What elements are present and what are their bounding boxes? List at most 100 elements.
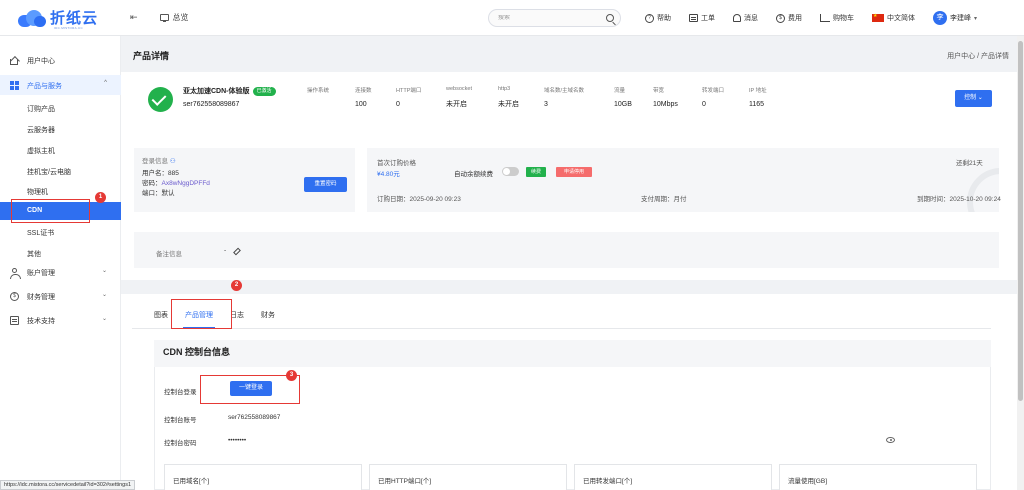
language-switch[interactable]: 中文简体	[872, 13, 915, 23]
ticket-icon	[689, 14, 698, 22]
fees-link[interactable]: $ 费用	[776, 13, 802, 23]
stat-used-domains: 已用域名[个]	[164, 464, 362, 490]
cdn-panel-header	[154, 340, 991, 367]
eye-icon[interactable]	[886, 437, 895, 443]
spec-websocket: websocket 未开启	[446, 86, 472, 109]
sidebar-sub-ssl[interactable]: SSL证书	[0, 223, 121, 241]
stat-label: 已用HTTP端口[个]	[378, 478, 432, 485]
spec-traffic: 流量 10GB	[614, 86, 632, 108]
chevron-down-icon: ⌄	[101, 316, 107, 322]
page-title: 产品详情	[133, 51, 170, 61]
breadcrumb[interactable]: 用户中心 / 产品详情	[947, 51, 1009, 61]
help-label: 帮助	[657, 15, 671, 22]
renew-button[interactable]: 续费	[526, 167, 546, 177]
spec-key: 带宽	[653, 88, 665, 94]
money-icon: $	[10, 292, 19, 301]
menu-toggle-icon[interactable]: ⇤	[130, 12, 138, 23]
sidebar-item-label: 账户管理	[27, 270, 55, 277]
sidebar-sub-label: 云服务器	[27, 127, 55, 134]
one-click-login-button[interactable]: 一键登录	[230, 381, 272, 396]
login-info-title-text: 登录信息	[142, 158, 168, 165]
tab-finance[interactable]: 财务	[259, 308, 277, 328]
sidebar-sub-order[interactable]: 订购产品	[0, 99, 121, 117]
cdn-panel-title: CDN 控制台信息	[163, 347, 230, 357]
auto-renew-toggle[interactable]	[502, 167, 519, 176]
sidebar-sub-label: 物理机	[27, 189, 48, 196]
spec-ip: IP 地址 1165	[749, 86, 767, 108]
stat-used-forward-ports: 已用转发端口[个]	[574, 464, 772, 490]
sidebar-item-products[interactable]: 产品与服务 ^	[0, 75, 121, 95]
spec-key: http3	[498, 86, 511, 92]
console-password-label: 控制台密码	[164, 440, 197, 447]
spec-value: 未开启	[498, 101, 519, 108]
spec-os: 操作系统	[307, 86, 329, 101]
search-input[interactable]	[498, 15, 598, 21]
sidebar-item-label: 财务管理	[27, 294, 55, 301]
stat-label: 流量使用[GB]	[788, 478, 828, 485]
brand-logo[interactable]: 折纸云 IDC.MISTORA.CC	[18, 7, 110, 30]
sidebar-sub-virtual-host[interactable]: 虚拟主机	[0, 141, 121, 159]
sidebar-sub-label: 虚拟主机	[27, 148, 55, 155]
brand-name: 折纸云	[50, 10, 99, 27]
monitor-icon	[159, 14, 169, 22]
spec-value: 0	[396, 101, 400, 108]
page-header: 产品详情 用户中心 / 产品详情	[121, 36, 1024, 72]
spec-value: 未开启	[446, 101, 467, 108]
sidebar-item-label: 技术支持	[27, 318, 55, 325]
spec-key: 连接数	[355, 88, 372, 94]
chevron-up-icon: ^	[104, 80, 107, 86]
overview-link[interactable]: 总览	[159, 12, 189, 23]
message-link[interactable]: 消息	[733, 13, 758, 23]
annotation-badge-2: 2	[231, 280, 242, 291]
spec-key: 操作系统	[307, 88, 330, 94]
spec-key: HTTP端口	[396, 88, 422, 94]
document-icon	[10, 316, 19, 325]
china-flag-icon	[872, 13, 884, 22]
password-value[interactable]: Ax8wNggDPFFd	[162, 180, 210, 187]
sidebar-item-support[interactable]: 技术支持 ⌄	[0, 310, 121, 330]
ticket-link[interactable]: 工单	[689, 13, 715, 23]
search-box	[488, 9, 621, 27]
tab-log[interactable]: 日志	[228, 308, 246, 328]
user-menu[interactable]: 李 李建峰 ▾	[933, 11, 977, 25]
console-account-value: ser762558089867	[228, 414, 281, 421]
spec-domains: 域名数/主域名数 3	[544, 86, 584, 108]
control-button[interactable]: 控制 ⌄	[955, 90, 992, 107]
stop-service-button[interactable]: 申请停用	[556, 167, 592, 177]
sidebar-item-account[interactable]: 账户管理 ⌄	[0, 262, 121, 282]
login-info-title: 登录信息 ⚇	[142, 155, 176, 165]
cart-icon	[820, 14, 830, 22]
reset-password-button[interactable]: 重置密码	[304, 177, 347, 192]
search-icon[interactable]	[606, 14, 614, 22]
sidebar-sub-cloud-pc[interactable]: 挂机宝/云电脑	[0, 162, 121, 180]
help-icon: ?	[645, 13, 654, 23]
annotation-badge-1: 1	[95, 192, 106, 203]
remark-panel	[134, 232, 999, 268]
spec-http-port: HTTP端口 0	[396, 86, 421, 108]
sidebar-sub-other[interactable]: 其他	[0, 244, 121, 262]
spec-key: 域名数/主域名数	[544, 88, 585, 94]
password-label: 密码：	[142, 180, 162, 187]
expire-date: 到期时间：2025-10-20 09:24	[917, 196, 1001, 203]
page-scrollbar[interactable]	[1017, 36, 1024, 490]
scrollbar-thumb[interactable]	[1018, 41, 1023, 401]
spec-value: 10Mbps	[653, 101, 678, 108]
tab-product-management[interactable]: 产品管理	[183, 308, 215, 328]
sidebar-item-user-center[interactable]: 用户中心	[0, 50, 121, 70]
sidebar-sub-cloud-server[interactable]: 云服务器	[0, 120, 121, 138]
login-password: 密码：Ax8wNggDPFFd	[142, 177, 210, 187]
first-price-value: ¥4.80元	[377, 171, 400, 178]
help-link[interactable]: ? 帮助	[645, 13, 671, 23]
sidebar-sub-label: 订购产品	[27, 106, 55, 113]
sidebar-sub-cdn[interactable]: CDN	[0, 202, 121, 220]
sidebar-item-finance[interactable]: $ 财务管理 ⌄	[0, 286, 121, 306]
stat-traffic-usage: 流量使用[GB]	[779, 464, 977, 490]
order-date: 订购日期：2025-09-20 09:23	[377, 196, 461, 203]
cart-label: 购物车	[833, 15, 854, 22]
sidebar-sub-label: SSL证书	[27, 230, 55, 237]
tab-chart[interactable]: 图表	[152, 308, 170, 328]
product-name: 亚太加速CDN-体验版 已激活	[183, 86, 276, 96]
stat-used-http-ports: 已用HTTP端口[个]	[369, 464, 567, 490]
cart-link[interactable]: 购物车	[820, 13, 854, 23]
spec-key: websocket	[446, 86, 472, 92]
